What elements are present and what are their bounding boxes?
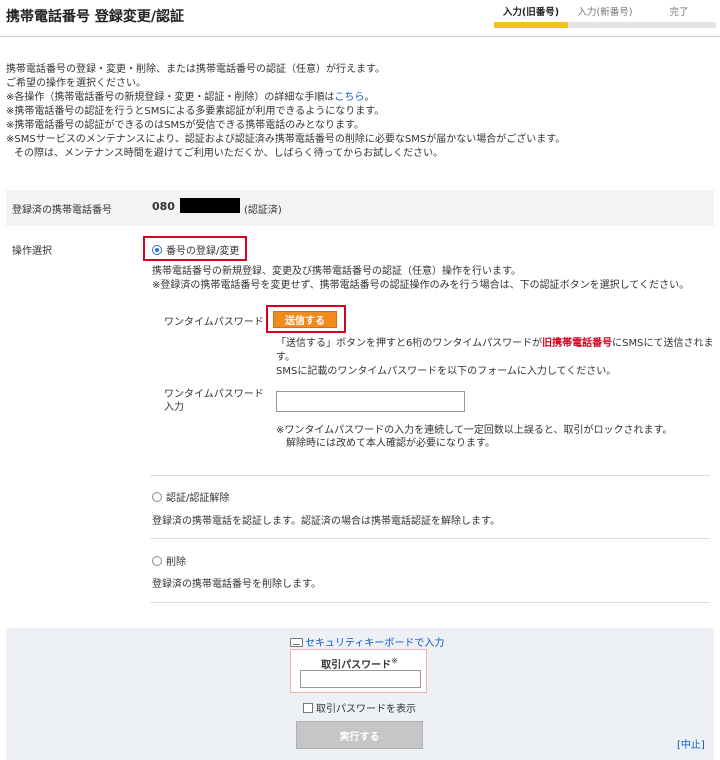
note-line: 「送信する」ボタンを押すと6桁のワンタイムパスワードが旧携帯電話番号にSMSにて… — [276, 337, 716, 365]
phone-number-prefix: 080 — [152, 200, 175, 213]
password-label: 取引パスワード※ — [291, 656, 428, 671]
masked-phone-number — [180, 198, 240, 213]
option-label: 認証/認証解除 — [166, 493, 230, 504]
required-mark: ※ — [391, 656, 398, 666]
note-line: SMSに記載のワンタイムパスワードを以下のフォームに入力してください。 — [276, 366, 617, 377]
intro-line: ※携帯電話番号の認証ができるのはSMSが受信できる携帯電話のみとなります。 — [6, 120, 365, 131]
intro-text: 携帯電話番号の登録・変更・削除、または携帯電話番号の認証（任意）が行えます。 ご… — [6, 63, 706, 161]
section-divider — [150, 475, 710, 476]
cancel-link[interactable]: [中止] — [677, 736, 705, 751]
security-keyboard-label: セキュリティキーボードで入力 — [305, 638, 445, 649]
otp-send-note: 「送信する」ボタンを押すと6桁のワンタイムパスワードが旧携帯電話番号にSMSにて… — [276, 337, 716, 379]
step-label: 入力(旧番号) — [502, 7, 560, 18]
description-line: ※登録済の携帯電話番号を変更せず、携帯電話番号の認証操作のみを行う場合は、下の認… — [152, 280, 690, 291]
intro-line: ※携帯電話番号の認証を行うとSMSによる多要素認証が利用できるようになります。 — [6, 106, 385, 117]
radio-selected-icon[interactable] — [152, 245, 162, 255]
registered-number-label: 登録済の携帯電話番号 — [12, 205, 112, 216]
page-title: 携帯電話番号 登録変更/認証 — [6, 9, 184, 25]
radio-unselected-icon[interactable] — [152, 492, 162, 502]
label-line: ワンタイムパスワード — [164, 389, 264, 400]
note-line: 解除時には改めて本人確認が必要になります。 — [286, 438, 495, 449]
show-password-toggle[interactable]: 取引パスワードを表示 — [303, 700, 416, 715]
operation-label: 操作選択 — [12, 246, 52, 257]
intro-line: 携帯電話番号の登録・変更・削除、または携帯電話番号の認証（任意）が行えます。 — [6, 64, 385, 75]
option-label: 番号の登録/変更 — [166, 246, 240, 257]
progress-steps: 入力(旧番号) 入力(新番号) 完了 — [494, 4, 716, 28]
show-password-label: 取引パスワードを表示 — [316, 704, 416, 715]
step-complete: 完了 — [642, 4, 716, 28]
send-button-highlight: 送信する — [266, 305, 346, 333]
footer-panel: セキュリティキーボードで入力 取引パスワード※ 取引パスワードを表示 実行する … — [6, 628, 714, 760]
header-divider — [0, 36, 720, 37]
option-authenticate[interactable]: 認証/認証解除 — [152, 489, 229, 504]
radio-unselected-icon[interactable] — [152, 556, 162, 566]
step-label: 完了 — [669, 7, 689, 18]
section-divider — [150, 602, 710, 603]
intro-line: ※各操作（携帯電話番号の新規登録・変更・認証・削除）の詳細な手順はこちら。 — [6, 91, 706, 105]
otp-label: ワンタイムパスワード — [164, 317, 264, 328]
intro-text-segment: 。 — [364, 92, 375, 103]
section-divider — [150, 538, 710, 539]
step-new-number: 入力(新番号) — [568, 4, 642, 28]
option-delete-description: 登録済の携帯電話番号を削除します。 — [152, 579, 321, 590]
execute-button[interactable]: 実行する — [296, 721, 423, 749]
send-otp-button[interactable]: 送信する — [273, 311, 337, 328]
intro-text-segment: ※各操作（携帯電話番号の新規登録・変更・認証・削除）の詳細な手順は — [6, 92, 335, 103]
option-register-change[interactable]: 番号の登録/変更 — [143, 236, 247, 261]
step-label: 入力(新番号) — [577, 7, 633, 18]
step-bar — [494, 22, 568, 28]
option-register-change-description: 携帯電話番号の新規登録、変更及び携帯電話番号の認証（任意）操作を行います。 ※登… — [152, 265, 689, 293]
otp-input-label: ワンタイムパスワード 入力 — [164, 388, 264, 414]
step-old-number: 入力(旧番号) — [494, 4, 568, 28]
otp-lock-note: ※ワンタイムパスワードの入力を連続して一定回数以上誤ると、取引がロックされます。… — [276, 424, 716, 450]
keyboard-icon — [290, 638, 303, 647]
description-line: 携帯電話番号の新規登録、変更及び携帯電話番号の認証（任意）操作を行います。 — [152, 266, 521, 277]
show-password-checkbox[interactable] — [303, 703, 313, 713]
security-keyboard-link[interactable]: セキュリティキーボードで入力 — [290, 634, 444, 649]
password-box: 取引パスワード※ — [290, 649, 427, 693]
label-line: 入力 — [164, 402, 184, 413]
option-label: 削除 — [166, 557, 186, 568]
otp-input[interactable] — [276, 391, 465, 412]
note-segment: 「送信する」ボタンを押すと6桁のワンタイムパスワードが — [276, 338, 543, 349]
intro-line: ※SMSサービスのメンテナンスにより、認証および認証済み携帯電話番号の削除に必要… — [6, 134, 566, 145]
note-line: ※ワンタイムパスワードの入力を連続して一定回数以上誤ると、取引がロックされます。 — [276, 425, 673, 436]
option-delete[interactable]: 削除 — [152, 553, 186, 568]
step-bar — [642, 22, 716, 28]
auth-status: (認証済) — [244, 205, 282, 216]
transaction-password-input[interactable] — [300, 670, 421, 688]
old-number-emphasis: 旧携帯電話番号 — [542, 338, 613, 349]
intro-line: その際は、メンテナンス時間を避けてご利用いただくか、しばらく待ってからお試しくだ… — [14, 148, 444, 159]
intro-line: ご希望の操作を選択ください。 — [6, 78, 146, 89]
step-bar — [568, 22, 642, 28]
procedure-link[interactable]: こちら — [334, 92, 364, 103]
option-authenticate-description: 登録済の携帯電話を認証します。認証済の場合は携帯電話認証を解除します。 — [152, 516, 500, 527]
registered-number-row: 登録済の携帯電話番号 080 (認証済) — [6, 190, 714, 226]
